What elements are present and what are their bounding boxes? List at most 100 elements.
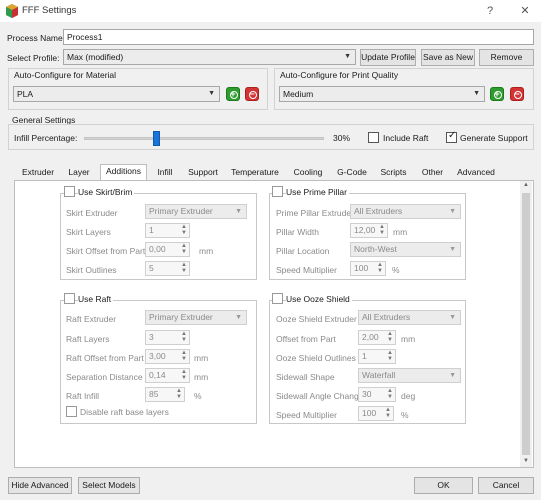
tab-gcode[interactable]: G-Code [332,166,372,180]
spin-arrows-icon[interactable]: ▲ ▼ [387,388,393,400]
skirt-extruder-select[interactable]: Primary Extruder ▼ [145,204,247,219]
include-raft-checkbox[interactable] [368,132,379,143]
scrollbar-thumb[interactable] [522,193,530,455]
use-raft-checkbox[interactable] [64,293,75,304]
spin-arrows-icon[interactable]: ▲ ▼ [181,262,187,274]
spin-arrows-icon[interactable]: ▲ ▼ [379,224,385,236]
infill-percentage-value: 30% [333,133,351,143]
ooze-speed-label: Speed Multiplier [276,410,337,420]
tab-scripts[interactable]: Scripts [377,166,410,180]
spin-arrows-icon[interactable]: ▲ ▼ [181,243,187,255]
spin-arrows-icon[interactable]: ▲ ▼ [377,262,383,274]
raft-offset-spinbox[interactable]: 3,00 ▲ ▼ [145,349,190,364]
raft-extruder-label: Raft Extruder [66,314,117,324]
tab-support[interactable]: Support [184,166,222,180]
raft-extruder-select[interactable]: Primary Extruder ▼ [145,310,247,325]
spin-arrows-icon[interactable]: ▲ ▼ [176,388,182,400]
spin-arrows-icon[interactable]: ▲ ▼ [387,331,393,343]
tab-temperature[interactable]: Temperature [227,166,283,180]
skirt-outlines-label: Skirt Outlines [66,265,117,275]
skirt-outlines-value: 5 [149,263,154,273]
tab-extruder[interactable]: Extruder [19,166,57,180]
ooze-offset-value: 2,00 [362,332,379,342]
prime-extruder-value: All Extruders [354,206,403,216]
ooze-outlines-label: Ooze Shield Outlines [276,353,356,363]
cancel-button[interactable]: Cancel [478,477,534,494]
sidewall-shape-select[interactable]: Waterfall ▼ [358,368,461,383]
skirt-layers-spinbox[interactable]: 1 ▲ ▼ [145,223,190,238]
sidewall-shape-label: Sidewall Shape [276,372,335,382]
generate-support-checkbox[interactable] [446,130,457,143]
use-ooze-shield-checkbox[interactable] [272,293,283,304]
use-skirt-checkbox[interactable] [64,186,75,197]
quality-select[interactable]: Medium ▼ [279,86,485,102]
spin-arrows-icon[interactable]: ▲ ▼ [387,350,393,362]
skirt-offset-spinbox[interactable]: 0,00 ▲ ▼ [145,242,190,257]
panel-scrollbar[interactable]: ▲ ▼ [520,181,532,467]
ooze-outlines-spinbox[interactable]: 1 ▲ ▼ [358,349,396,364]
tab-additions[interactable]: Additions [100,164,147,181]
spin-arrows-icon[interactable]: ▲ ▼ [385,407,391,419]
pillar-width-unit: mm [393,227,408,237]
tab-advanced[interactable]: Advanced [453,166,499,180]
spin-arrows-icon[interactable]: ▲ ▼ [181,224,187,236]
ooze-speed-spinbox[interactable]: 100 ▲ ▼ [358,406,394,421]
separation-distance-value: 0,14 [149,370,166,380]
use-skirt-label: Use Skirt/Brim [78,187,135,197]
ooze-offset-unit: mm [401,334,416,344]
use-prime-pillar-checkbox[interactable] [272,186,283,197]
raft-layers-spinbox[interactable]: 3 ▲ ▼ [145,330,190,345]
spin-arrows-icon[interactable]: ▲ ▼ [181,369,187,381]
disable-raft-base-checkbox[interactable] [66,406,77,417]
ooze-offset-spinbox[interactable]: 2,00 ▲ ▼ [358,330,396,345]
prime-extruder-label: Prime Pillar Extruder [276,208,354,218]
add-material-icon[interactable]: + [226,87,240,101]
chevron-down-icon: ▼ [449,208,456,215]
tab-infill[interactable]: Infill [151,166,179,180]
spin-arrows-icon[interactable]: ▲ ▼ [181,350,187,362]
remove-quality-icon[interactable]: − [510,87,524,101]
skirt-layers-value: 1 [149,225,154,235]
prime-speed-spinbox[interactable]: 100 ▲ ▼ [350,261,386,276]
scroll-up-icon[interactable]: ▲ [523,182,529,188]
ooze-extruder-label: Ooze Shield Extruder [276,314,357,324]
raft-layers-value: 3 [149,332,154,342]
raft-offset-unit: mm [194,353,209,363]
remove-profile-button[interactable]: Remove [479,49,534,66]
update-profile-button[interactable]: Update Profile [360,49,416,66]
hide-advanced-button[interactable]: Hide Advanced [8,477,72,494]
pillar-width-spinbox[interactable]: 12,00 ▲ ▼ [350,223,388,238]
tab-other[interactable]: Other [416,166,449,180]
skirt-outlines-spinbox[interactable]: 5 ▲ ▼ [145,261,190,276]
use-prime-pillar-label: Use Prime Pillar [286,187,349,197]
raft-infill-spinbox[interactable]: 85 ▲ ▼ [145,387,185,402]
ooze-extruder-select[interactable]: All Extruders ▼ [358,310,461,325]
pillar-location-select[interactable]: North-West ▼ [350,242,461,257]
profile-select[interactable]: Max (modified) ▼ [63,49,356,65]
save-as-new-button[interactable]: Save as New [421,49,475,66]
spin-arrows-icon[interactable]: ▲ ▼ [181,331,187,343]
chevron-down-icon: ▼ [449,372,456,379]
tab-layer[interactable]: Layer [63,166,95,180]
infill-slider-handle[interactable] [153,131,160,146]
process-name-input[interactable]: Process1 [63,29,534,45]
disable-raft-base-label: Disable raft base layers [80,407,169,417]
prime-extruder-select[interactable]: All Extruders ▼ [350,204,461,219]
skirt-offset-value: 0,00 [149,244,166,254]
select-models-button[interactable]: Select Models [78,477,140,494]
ok-button[interactable]: OK [414,477,473,494]
material-select[interactable]: PLA ▼ [13,86,220,102]
sidewall-angle-spinbox[interactable]: 30 ▲ ▼ [358,387,396,402]
prime-speed-unit: % [392,265,400,275]
scroll-down-icon[interactable]: ▼ [523,458,529,464]
add-quality-icon[interactable]: + [490,87,504,101]
ooze-offset-label: Offset from Part [276,334,336,344]
help-button[interactable]: ? [481,3,499,19]
skirt-extruder-label: Skirt Extruder [66,208,118,218]
tab-cooling[interactable]: Cooling [289,166,327,180]
app-icon [6,4,18,18]
infill-slider[interactable] [84,131,324,146]
separation-distance-spinbox[interactable]: 0,14 ▲ ▼ [145,368,190,383]
close-button[interactable]: ✕ [516,3,534,19]
remove-material-icon[interactable]: − [245,87,259,101]
